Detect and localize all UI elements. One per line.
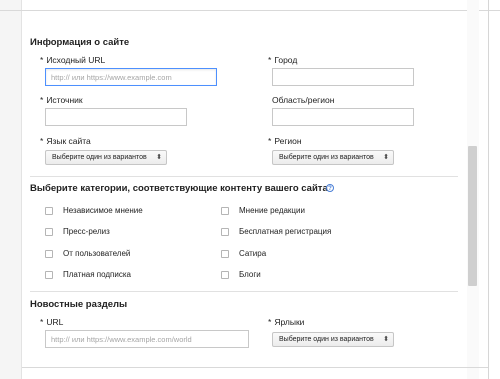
required-mark: * bbox=[40, 95, 44, 105]
checkbox[interactable] bbox=[221, 270, 229, 279]
site-info-title: Информация о сайте bbox=[30, 37, 130, 48]
site-language-selected: Выберите один из вариантов bbox=[52, 154, 147, 161]
select-arrows-icon: ⬍ bbox=[156, 154, 162, 161]
top-divider bbox=[0, 10, 500, 11]
checkbox[interactable] bbox=[45, 249, 53, 258]
category-checkbox-row[interactable]: Пресс-релиз bbox=[45, 227, 110, 236]
source-url-label: * Исходный URL bbox=[40, 55, 105, 65]
city-label: * Город bbox=[268, 55, 297, 65]
source-url-input[interactable] bbox=[45, 68, 217, 86]
bottom-divider bbox=[22, 367, 488, 368]
region-area-input[interactable] bbox=[272, 108, 414, 126]
city-input[interactable] bbox=[272, 68, 414, 86]
site-language-select[interactable]: Выберите один из вариантов ⬍ bbox=[45, 150, 167, 165]
form-page: Информация о сайте *Исходный URL *Город … bbox=[0, 0, 500, 379]
site-language-label: * Язык сайта bbox=[40, 136, 91, 146]
tags-label-text: Ярлыки bbox=[274, 317, 305, 327]
left-panel-edge bbox=[0, 0, 22, 379]
region-area-label: Область/регион bbox=[272, 95, 335, 105]
category-label: Платная подписка bbox=[63, 270, 131, 279]
checkbox[interactable] bbox=[221, 227, 229, 236]
region-label-text: Регион bbox=[274, 136, 302, 146]
category-checkbox-row[interactable]: Бесплатная регистрация bbox=[221, 227, 331, 236]
category-checkbox-row[interactable]: Независимое мнение bbox=[45, 206, 143, 215]
category-checkbox-row[interactable]: Платная подписка bbox=[45, 270, 131, 279]
news-url-input[interactable] bbox=[45, 330, 249, 348]
news-sections-title: Новостные разделы bbox=[30, 299, 128, 310]
category-checkbox-row[interactable]: Сатира bbox=[221, 249, 266, 258]
region-label: * Регион bbox=[268, 136, 302, 146]
source-url-label-text: Исходный URL bbox=[46, 55, 106, 65]
section-divider bbox=[30, 176, 458, 177]
section-divider bbox=[30, 291, 458, 292]
checkbox[interactable] bbox=[221, 249, 229, 258]
source-label: * Источник bbox=[40, 95, 83, 105]
tags-select[interactable]: Выберите один из вариантов ⬍ bbox=[272, 332, 394, 347]
right-border bbox=[488, 0, 489, 379]
source-input[interactable] bbox=[45, 108, 187, 126]
category-checkbox-row[interactable]: Блоги bbox=[221, 270, 261, 279]
select-arrows-icon: ⬍ bbox=[383, 336, 389, 343]
required-mark: * bbox=[40, 55, 44, 65]
category-checkbox-row[interactable]: Мнение редакции bbox=[221, 206, 305, 215]
required-mark: * bbox=[268, 136, 272, 146]
region-select[interactable]: Выберите один из вариантов ⬍ bbox=[272, 150, 394, 165]
category-label: Бесплатная регистрация bbox=[239, 227, 332, 236]
category-label: Блоги bbox=[239, 270, 261, 279]
required-mark: * bbox=[40, 317, 44, 327]
checkbox[interactable] bbox=[221, 206, 229, 215]
scrollbar-thumb[interactable] bbox=[468, 146, 477, 286]
category-label: Независимое мнение bbox=[63, 206, 143, 215]
checkbox[interactable] bbox=[45, 270, 53, 279]
help-icon[interactable]: ? bbox=[326, 184, 334, 192]
required-mark: * bbox=[268, 55, 272, 65]
category-label: Мнение редакции bbox=[239, 206, 305, 215]
checkbox[interactable] bbox=[45, 227, 53, 236]
checkbox[interactable] bbox=[45, 206, 53, 215]
city-label-text: Город bbox=[274, 55, 298, 65]
categories-title: Выберите категории, соответствующие конт… bbox=[30, 183, 328, 194]
news-url-label-text: URL bbox=[46, 317, 64, 327]
category-label: Пресс-релиз bbox=[63, 227, 110, 236]
news-url-label: * URL bbox=[40, 317, 63, 327]
select-arrows-icon: ⬍ bbox=[383, 154, 389, 161]
site-language-label-text: Язык сайта bbox=[46, 136, 91, 146]
tags-label: * Ярлыки bbox=[268, 317, 304, 327]
category-label: Сатира bbox=[239, 249, 267, 258]
source-label-text: Источник bbox=[46, 95, 83, 105]
required-mark: * bbox=[40, 136, 44, 146]
category-label: От пользователей bbox=[63, 249, 131, 258]
category-checkbox-row[interactable]: От пользователей bbox=[45, 249, 130, 258]
region-selected: Выберите один из вариантов bbox=[279, 154, 374, 161]
tags-selected: Выберите один из вариантов bbox=[279, 336, 374, 343]
required-mark: * bbox=[268, 317, 272, 327]
